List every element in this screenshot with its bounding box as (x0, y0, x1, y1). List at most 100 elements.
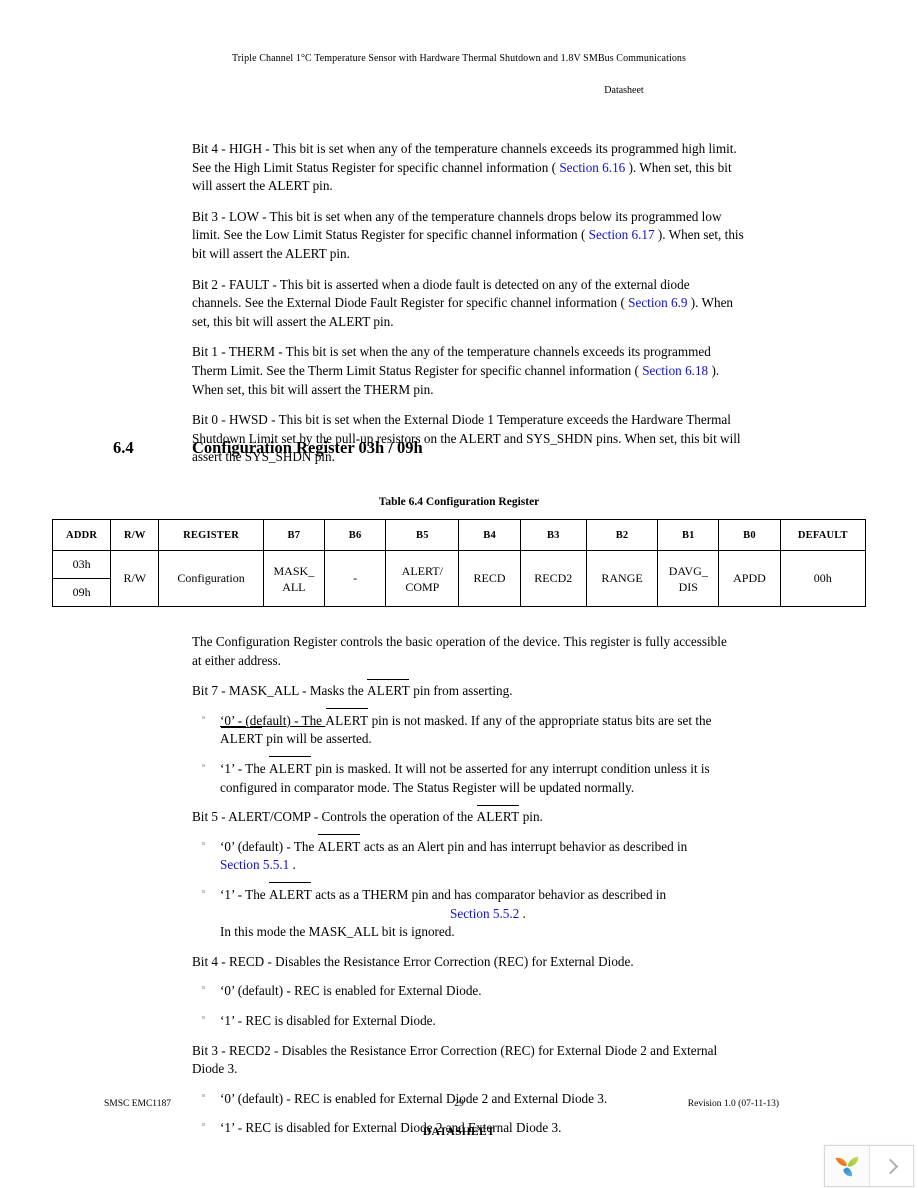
cell-b2: RANGE (585, 550, 659, 607)
configuration-register-table: ADDR R/W REGISTER B7 B6 B5 B4 B3 B2 B1 B… (51, 519, 867, 607)
bullet-icon (202, 715, 205, 719)
link-section-6-17[interactable]: Section 6.17 (589, 227, 655, 242)
cell-b7: MASK_ ALL (262, 550, 325, 607)
bit7-opt0-line2-post: pin will be asserted. (262, 731, 372, 747)
cell-b1-line2: DIS (678, 579, 698, 594)
bit5-opt1-post: acts as a THERM pin and has comparator b… (311, 886, 667, 902)
th-b5: B5 (385, 519, 460, 551)
bit3-line3: bit will assert the ALERT pin. (192, 245, 350, 261)
document-page: Triple Channel 1°C Temperature Sensor wi… (0, 0, 918, 1188)
cell-b6: - (323, 550, 387, 607)
section-number: 6.4 (113, 438, 134, 457)
paragraph-bit7-option-0: ‘0’ - (default) - The ALERT pin is not m… (202, 712, 832, 749)
bit7-opt0-post: pin is not masked. If any of the appropr… (368, 712, 712, 728)
bit2-line2-pre: channels. See the External Diode Fault R… (192, 295, 625, 311)
cell-addr-03h: 03h (51, 550, 112, 579)
bit2-line1: Bit 2 - FAULT - This bit is asserted whe… (192, 276, 690, 292)
cell-default: 00h (779, 550, 867, 607)
bullet-icon (202, 841, 205, 845)
bit7-opt0-pre: ‘0’ - (default) - The (220, 712, 326, 728)
link-section-5-5-2[interactable]: Section 5.5.2 (450, 906, 519, 921)
next-page-button[interactable] (870, 1146, 913, 1186)
page-navigation-widget[interactable] (824, 1145, 914, 1187)
intro-line1: The Configuration Register controls the … (192, 634, 727, 649)
cell-b0: APDD (718, 550, 781, 607)
paragraph-bit3-low: Bit 3 - LOW - This bit is set when any o… (192, 208, 832, 264)
bit1-line3: When set, this bit will assert the THERM… (192, 381, 434, 397)
signal-alert-overbar: ALERT (325, 712, 369, 728)
footer-doc-label: DATASHEET (423, 1126, 495, 1138)
bit7-opt1-pre: ‘1’ - The (220, 760, 269, 776)
bit4-opt0-text: ‘0’ (default) - REC is enabled for Exter… (220, 983, 482, 999)
bullet-icon (202, 889, 205, 893)
cell-b1: DAVG_ DIS (657, 550, 720, 607)
cell-b1-line1: DAVG_ (668, 563, 708, 578)
cell-register: Configuration (158, 550, 264, 607)
bit2-line3: set, this bit will assert the ALERT pin. (192, 313, 394, 329)
bit5-heading-post: pin. (519, 809, 543, 825)
bit5-opt0-tail: . (292, 857, 296, 873)
th-b0: B0 (718, 519, 781, 551)
bit7-heading-post: pin from asserting. (409, 683, 513, 699)
bit5-opt1-tail: . (522, 905, 526, 921)
bit3-line1: Bit 3 - LOW - This bit is set when any o… (192, 208, 722, 224)
paragraph-bit5-option-0: ‘0’ (default) - The ALERT acts as an Ale… (202, 838, 832, 875)
signal-alert-overbar: ALERT (220, 731, 263, 747)
cell-rw: R/W (110, 550, 160, 607)
cell-addr-09h: 09h (51, 578, 112, 607)
bit4-line2-post: ). When set, this bit (628, 159, 732, 175)
bit1-line1: Bit 1 - THERM - This bit is set when the… (192, 344, 711, 360)
bit3-line2-post: ). When set, this (657, 227, 744, 243)
paragraph-bit4-recd-heading: Bit 4 - RECD - Disables the Resistance E… (192, 953, 634, 969)
link-section-6-16[interactable]: Section 6.16 (559, 160, 625, 175)
link-section-5-5-1[interactable]: Section 5.5.1 (220, 857, 289, 872)
cell-b4: RECD (458, 550, 521, 607)
bit3-recd2-line2: Diode 3. (192, 1061, 238, 1077)
paragraph-bit7-heading: Bit 7 - MASK_ALL - Masks the ALERT pin f… (192, 682, 832, 701)
signal-alert-overbar: ALERT (317, 838, 361, 854)
th-b2: B2 (585, 519, 659, 551)
paragraph-bit1-therm: Bit 1 - THERM - This bit is set when the… (192, 343, 832, 399)
th-addr: ADDR (51, 519, 112, 551)
link-section-6-9[interactable]: Section 6.9 (628, 295, 687, 310)
paragraph-bit2-fault: Bit 2 - FAULT - This bit is asserted whe… (192, 276, 832, 332)
bit4-opt1-text: ‘1’ - REC is disabled for External Diode… (220, 1012, 436, 1028)
table-caption: Table 6.4 Configuration Register (378, 496, 540, 508)
bullet-icon (202, 1093, 205, 1097)
bit5-heading-pre: Bit 5 - ALERT/COMP - Controls the operat… (192, 809, 477, 825)
cell-b7-line1: MASK_ (273, 563, 315, 578)
bit5-opt0-pre: ‘0’ (default) - The (220, 838, 318, 854)
bit7-heading-pre: Bit 7 - MASK_ALL - Masks the (192, 683, 367, 699)
bit4-line2-pre: See the High Limit Status Register for s… (192, 159, 557, 175)
th-register: REGISTER (158, 519, 264, 551)
page-footer: SMSC EMC1187 29 Revision 1.0 (07-11-13) (0, 1099, 918, 1113)
bit5-opt0-post: acts as an Alert pin and has interrupt b… (360, 838, 688, 854)
page-header-title: Triple Channel 1°C Temperature Sensor wi… (231, 53, 687, 64)
pinwheel-logo-icon (825, 1146, 870, 1186)
table-row: 03h R/W Configuration MASK_ ALL - ALERT/… (51, 550, 867, 607)
paragraph-bit5-heading: Bit 5 - ALERT/COMP - Controls the operat… (192, 808, 832, 827)
paragraph-bit4-high: Bit 4 - HIGH - This bit is set when any … (192, 140, 832, 196)
th-b1: B1 (657, 519, 720, 551)
chevron-right-icon (882, 1158, 898, 1174)
th-b4: B4 (458, 519, 521, 551)
bit5-opt1-pre: ‘1’ - The (220, 886, 269, 902)
th-b6: B6 (323, 519, 387, 551)
paragraph-bit3-recd2-heading: Bit 3 - RECD2 - Disables the Resistance … (192, 1042, 832, 1079)
th-b3: B3 (519, 519, 587, 551)
bit4-line3: will assert the ALERT pin. (192, 178, 333, 194)
th-rw: R/W (110, 519, 160, 551)
bit1-line2-pre: Therm Limit. See the Therm Limit Status … (192, 362, 639, 378)
bit3-recd2-line1: Bit 3 - RECD2 - Disables the Resistance … (192, 1042, 718, 1058)
cell-b5-line1: ALERT/ (401, 563, 443, 578)
paragraph-bit4-option-0: ‘0’ (default) - REC is enabled for Exter… (202, 982, 832, 1001)
bit7-opt1-line2: configured in comparator mode. The Statu… (220, 779, 635, 795)
intro-line2: at either address. (192, 652, 281, 668)
paragraph-bit7-option-1: ‘1’ - The ALERT pin is masked. It will n… (202, 760, 832, 797)
signal-alert-overbar: ALERT (366, 683, 410, 699)
link-section-6-18[interactable]: Section 6.18 (642, 363, 708, 378)
th-b7: B7 (262, 519, 325, 551)
cell-b7-line2: ALL (282, 579, 306, 594)
bullet-icon (202, 1015, 205, 1019)
cell-b5: ALERT/ COMP (385, 550, 460, 607)
